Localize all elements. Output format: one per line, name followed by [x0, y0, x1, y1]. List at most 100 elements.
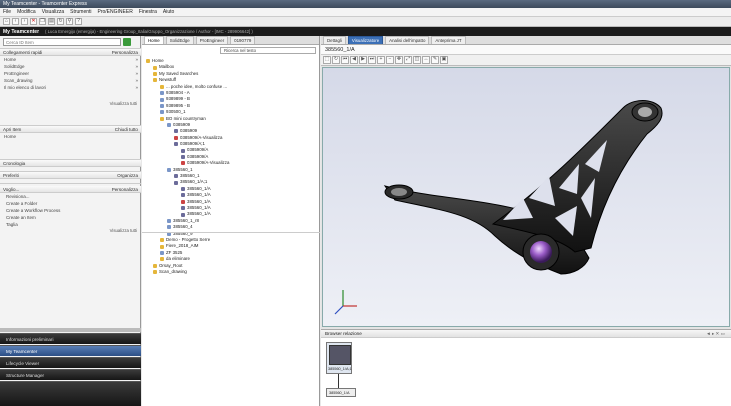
menu-tools[interactable]: Strumenti: [70, 9, 91, 15]
nav-getting-started[interactable]: Informazioni preliminari: [0, 333, 141, 344]
nav-lifecycle-viewer[interactable]: Lifecycle Viewer: [0, 357, 141, 368]
folder-icon: [153, 78, 157, 83]
open-item[interactable]: Home: [0, 133, 141, 140]
pan-icon[interactable]: ✥: [395, 56, 403, 64]
tree-node-label: Scan_drawing: [159, 268, 187, 274]
item-icon: [174, 142, 178, 147]
quick-link-item[interactable]: Home»: [0, 56, 141, 63]
item-icon: [174, 180, 178, 185]
open-items-title: Apri Item: [3, 126, 22, 132]
back-icon[interactable]: ‹: [12, 18, 19, 25]
quick-link-item[interactable]: Scan_drawing»: [0, 77, 141, 84]
folder-icon: [160, 257, 164, 262]
folder-icon: [160, 84, 164, 89]
menu-proengineer[interactable]: Pro/ENGINEER: [98, 9, 133, 15]
quick-link-item[interactable]: SolidEdge»: [0, 63, 141, 70]
session-context: ( Luca Emergijo (emergija) - Engineering…: [45, 29, 253, 34]
axis-triad: [334, 290, 357, 315]
application-bar: My Teamcenter ( Luca Emergijo (emergija)…: [0, 27, 731, 36]
action-item[interactable]: Taglia: [0, 221, 141, 228]
tab-proengineer[interactable]: ProEngineer: [195, 36, 229, 44]
menu-edit[interactable]: Modifica: [17, 9, 36, 15]
i-want-customize[interactable]: Personalizza: [112, 187, 138, 192]
tab-solidedge[interactable]: SolidEdge: [165, 36, 194, 44]
section-icon[interactable]: ◫: [413, 56, 421, 64]
viewer-title: 385560_1/A: [321, 45, 731, 55]
window-titlebar: My Teamcenter - Teamcenter Express: [0, 0, 731, 8]
menu-bar: File Modifica Visualizza Strumenti Pro/E…: [0, 8, 731, 17]
item-icon: [174, 129, 178, 134]
3d-viewport[interactable]: [322, 67, 730, 327]
measure-icon[interactable]: ↔: [422, 56, 430, 64]
action-item[interactable]: Create a Workflow Process: [0, 207, 141, 214]
tab-jt-preview[interactable]: Anteprima JT: [431, 36, 466, 44]
menu-file[interactable]: File: [3, 9, 11, 15]
tab-details[interactable]: Dettagli: [323, 36, 346, 44]
i-want-section: Voglio... Personalizza Revisiona... Creat…: [0, 186, 141, 248]
next-icon[interactable]: ⏭: [368, 56, 376, 64]
tab-item[interactable]: 0190779: [230, 36, 256, 44]
play-icon[interactable]: ▶: [359, 56, 367, 64]
search-icon[interactable]: ⚲: [66, 18, 73, 25]
action-item[interactable]: Create a Folder: [0, 200, 141, 207]
relation-node-thumbnail[interactable]: 385560_1/A;1: [326, 342, 352, 374]
search-go-button[interactable]: [123, 38, 131, 46]
delete-icon[interactable]: ✕: [30, 18, 37, 25]
rotate-icon[interactable]: ↻: [332, 56, 340, 64]
snapshot-icon[interactable]: ▣: [440, 56, 448, 64]
select-icon[interactable]: ⬚: [323, 56, 331, 64]
nav-structure-manager[interactable]: Structure Manager: [0, 369, 141, 380]
paste-icon[interactable]: ▤: [48, 18, 55, 25]
splitter[interactable]: [0, 328, 141, 332]
organize-button[interactable]: Organizza: [117, 173, 138, 178]
relation-browser: Browser relazione ◄ ▸ ✕ ▭ 385560_1/A;1 38…: [321, 329, 731, 406]
folder-icon: [153, 71, 157, 76]
refresh-icon[interactable]: ↻: [57, 18, 64, 25]
fit-icon[interactable]: ⤢: [404, 56, 412, 64]
nav-footer: [0, 381, 141, 406]
menu-help[interactable]: Aiuto: [163, 9, 174, 15]
zoom-in-icon[interactable]: +: [377, 56, 385, 64]
item-icon: [181, 187, 185, 191]
forward-icon[interactable]: ›: [21, 18, 28, 25]
menu-view[interactable]: Visualizza: [42, 9, 64, 15]
favorites-section: Preferiti Organizza: [0, 172, 141, 184]
i-want-more[interactable]: Visualizza tutti: [0, 228, 141, 233]
viewer-toolbar: ⬚ ↻ ⏮ ◀ ▶ ⏭ + − ✥ ⤢ ◫ ↔ ✎ ▣: [321, 55, 731, 66]
first-icon[interactable]: ⏮: [341, 56, 349, 64]
relation-connector: [338, 374, 339, 388]
copy-icon[interactable]: ❐: [39, 18, 46, 25]
tree-node[interactable]: Scan_drawing: [142, 269, 320, 275]
tab-viewer[interactable]: Visualizzatore: [347, 36, 384, 44]
markup-icon[interactable]: ✎: [431, 56, 439, 64]
tab-home[interactable]: Home: [144, 36, 164, 44]
folder-tree: Home Mailbox My Saved Searches Newstuff... …: [142, 58, 320, 275]
view-tabs: Dettagli Visualizzatore Analisi dell'imp…: [321, 36, 731, 45]
prev-icon[interactable]: ◀: [350, 56, 358, 64]
home-icon[interactable]: ⌂: [3, 18, 10, 25]
item-id-search-input[interactable]: [3, 38, 121, 46]
navigation-pane: Collegamenti rapidi Personalizza Home» So…: [0, 36, 141, 406]
item-icon: [167, 123, 171, 128]
text-search-field[interactable]: Ricerca nel testo: [220, 47, 316, 54]
close-all-button[interactable]: Chiudi tutto: [115, 127, 138, 132]
tab-impact-analysis[interactable]: Analisi dell'impatto: [385, 36, 430, 44]
nav-my-teamcenter[interactable]: My Teamcenter: [0, 345, 141, 356]
relation-browser-title: Browser relazione: [325, 331, 362, 336]
relation-node-item[interactable]: 385560_1/A: [326, 388, 356, 397]
help-icon[interactable]: ?: [75, 18, 82, 25]
action-item[interactable]: Create an Item: [0, 214, 141, 221]
quick-link-item[interactable]: Il mio elenco di lavori»: [0, 84, 141, 91]
action-item[interactable]: Revisiona...: [0, 193, 141, 200]
item-icon: [160, 110, 164, 115]
search-box: [0, 36, 141, 49]
menu-window[interactable]: Finestra: [139, 9, 157, 15]
quick-links-customize[interactable]: Personalizza: [112, 50, 138, 55]
folder-icon: [153, 263, 157, 268]
quick-links-more[interactable]: Visualizza tutti: [0, 101, 141, 106]
history-title[interactable]: Cronologia: [3, 161, 25, 166]
folder-icon: [146, 59, 150, 64]
quick-link-item[interactable]: ProEngineer»: [0, 70, 141, 77]
quick-links-title: Collegamenti rapidi: [3, 49, 43, 55]
zoom-out-icon[interactable]: −: [386, 56, 394, 64]
